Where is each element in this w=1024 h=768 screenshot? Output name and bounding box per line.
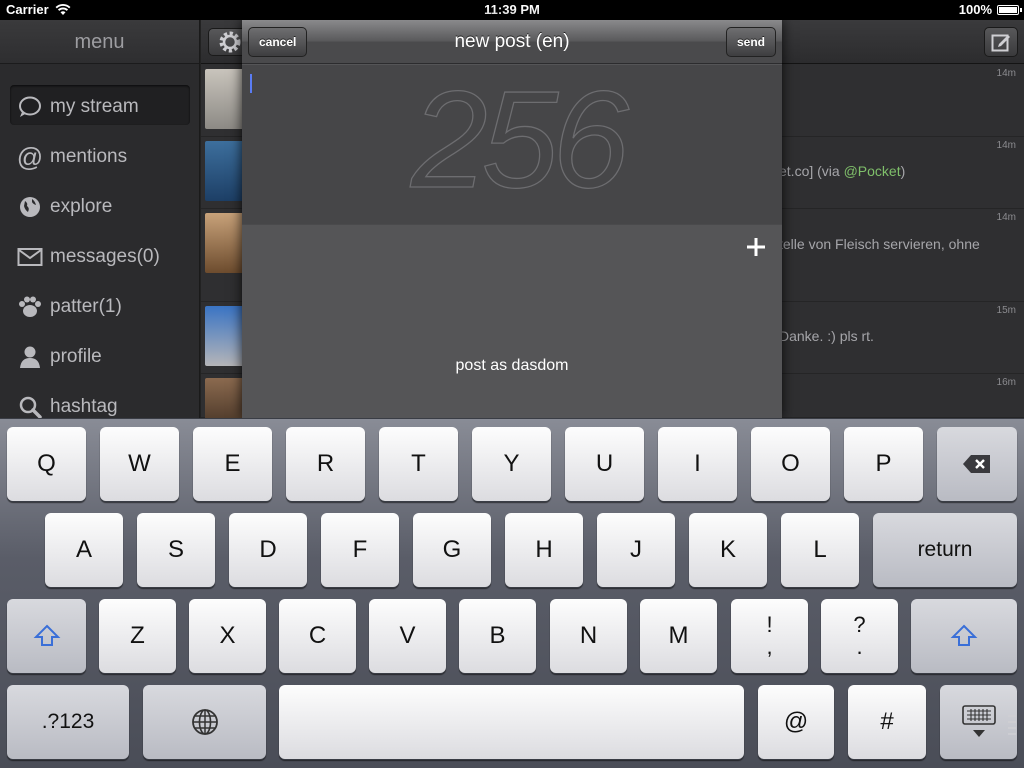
- menu-item-label: profile: [50, 346, 102, 367]
- key-v[interactable]: V: [369, 599, 446, 673]
- menu-item-label: messages(0): [50, 246, 160, 267]
- side-menu: menu my stream @ mentions explore messag…: [0, 20, 200, 419]
- person-icon: [16, 344, 44, 370]
- key-s[interactable]: S: [137, 513, 215, 587]
- shift-key-left[interactable]: [7, 599, 86, 673]
- battery-percent: 100%: [958, 2, 992, 17]
- dismiss-keyboard-key[interactable]: [940, 685, 1017, 759]
- menu-item-profile[interactable]: profile: [0, 332, 199, 382]
- send-button[interactable]: send: [725, 27, 776, 57]
- backspace-icon: [963, 455, 990, 473]
- add-attachment-button[interactable]: [744, 235, 768, 259]
- post-text-input[interactable]: 256: [242, 65, 782, 224]
- compose-button[interactable]: [984, 27, 1018, 57]
- key-n[interactable]: N: [550, 599, 627, 673]
- numbers-key[interactable]: .?123: [7, 685, 129, 759]
- mention-link[interactable]: @Pocket: [844, 163, 901, 179]
- menu-item-explore[interactable]: explore: [0, 182, 199, 232]
- key-k[interactable]: K: [689, 513, 767, 587]
- key-b[interactable]: B: [459, 599, 536, 673]
- post-timestamp: 14m: [996, 140, 1016, 151]
- key-j[interactable]: J: [597, 513, 675, 587]
- key-o[interactable]: O: [751, 427, 830, 501]
- paw-icon: [16, 294, 44, 320]
- return-key[interactable]: return: [873, 513, 1017, 587]
- compose-navbar: cancel new post (en) send: [242, 20, 782, 64]
- compose-options: post as dasdom: [242, 224, 782, 418]
- key-hash[interactable]: #: [848, 685, 926, 759]
- envelope-icon: [16, 244, 44, 270]
- key-u[interactable]: U: [565, 427, 644, 501]
- post-text: et.co] (via @Pocket): [779, 163, 906, 179]
- status-bar: Carrier 11:39 PM 100%: [0, 0, 1024, 20]
- clock: 11:39 PM: [484, 2, 540, 17]
- key-f[interactable]: F: [321, 513, 399, 587]
- menu-list: my stream @ mentions explore messages(0)…: [0, 64, 199, 432]
- compose-title: new post (en): [454, 31, 570, 52]
- key-exclamation-comma[interactable]: !,: [731, 599, 808, 673]
- globe-icon: [191, 709, 218, 735]
- post-timestamp: 16m: [996, 377, 1016, 388]
- battery-icon: [997, 5, 1022, 15]
- key-y[interactable]: Y: [472, 427, 551, 501]
- compose-modal: cancel new post (en) send 256 post as da…: [242, 20, 782, 418]
- key-at[interactable]: @: [758, 685, 834, 759]
- post-text: telle von Fleisch servieren, ohne: [779, 236, 980, 252]
- post-timestamp: 14m: [996, 212, 1016, 223]
- key-r[interactable]: R: [286, 427, 365, 501]
- shift-icon: [33, 624, 60, 646]
- key-m[interactable]: M: [640, 599, 717, 673]
- key-e[interactable]: E: [193, 427, 272, 501]
- key-w[interactable]: W: [100, 427, 179, 501]
- globe-key[interactable]: [143, 685, 266, 759]
- key-c[interactable]: C: [279, 599, 356, 673]
- at-icon: @: [16, 141, 44, 172]
- keyboard-dismiss-icon: [961, 705, 996, 737]
- onscreen-keyboard: Q W E R T Y U I O P A S D F G H J K L re…: [0, 418, 1024, 768]
- shift-icon: [950, 624, 978, 646]
- key-i[interactable]: I: [658, 427, 737, 501]
- character-counter: 256: [409, 65, 636, 218]
- speech-bubble-icon: [16, 94, 44, 120]
- menu-item-my-stream[interactable]: my stream: [0, 82, 199, 132]
- post-timestamp: 15m: [996, 305, 1016, 316]
- keyboard-grip-icon: [1008, 715, 1016, 735]
- search-icon: [16, 394, 44, 420]
- svg-text:256: 256: [410, 65, 629, 217]
- menu-item-label: explore: [50, 196, 113, 217]
- menu-item-mentions[interactable]: @ mentions: [0, 132, 199, 182]
- menu-item-label: my stream: [50, 96, 139, 117]
- post-timestamp: 14m: [996, 68, 1016, 79]
- key-q[interactable]: Q: [7, 427, 86, 501]
- menu-item-patter[interactable]: patter(1): [0, 282, 199, 332]
- key-z[interactable]: Z: [99, 599, 176, 673]
- space-key[interactable]: [279, 685, 744, 759]
- backspace-key[interactable]: [937, 427, 1017, 501]
- globe-icon: [16, 194, 44, 220]
- key-x[interactable]: X: [189, 599, 266, 673]
- key-g[interactable]: G: [413, 513, 491, 587]
- post-text: Danke. :) pls rt.: [779, 328, 874, 344]
- text-cursor: [250, 74, 252, 93]
- menu-item-label: patter(1): [50, 296, 122, 317]
- post-as-account[interactable]: post as dasdom: [242, 357, 782, 375]
- menu-item-messages[interactable]: messages(0): [0, 232, 199, 282]
- key-t[interactable]: T: [379, 427, 458, 501]
- menu-title: menu: [0, 20, 199, 64]
- gear-icon: [219, 31, 241, 53]
- key-l[interactable]: L: [781, 513, 859, 587]
- key-d[interactable]: D: [229, 513, 307, 587]
- key-h[interactable]: H: [505, 513, 583, 587]
- key-p[interactable]: P: [844, 427, 923, 501]
- menu-item-label: hashtag: [50, 396, 118, 417]
- shift-key-right[interactable]: [911, 599, 1017, 673]
- key-question-period[interactable]: ?.: [821, 599, 898, 673]
- menu-item-label: mentions: [50, 146, 128, 167]
- compose-icon: [991, 34, 1010, 52]
- key-a[interactable]: A: [45, 513, 123, 587]
